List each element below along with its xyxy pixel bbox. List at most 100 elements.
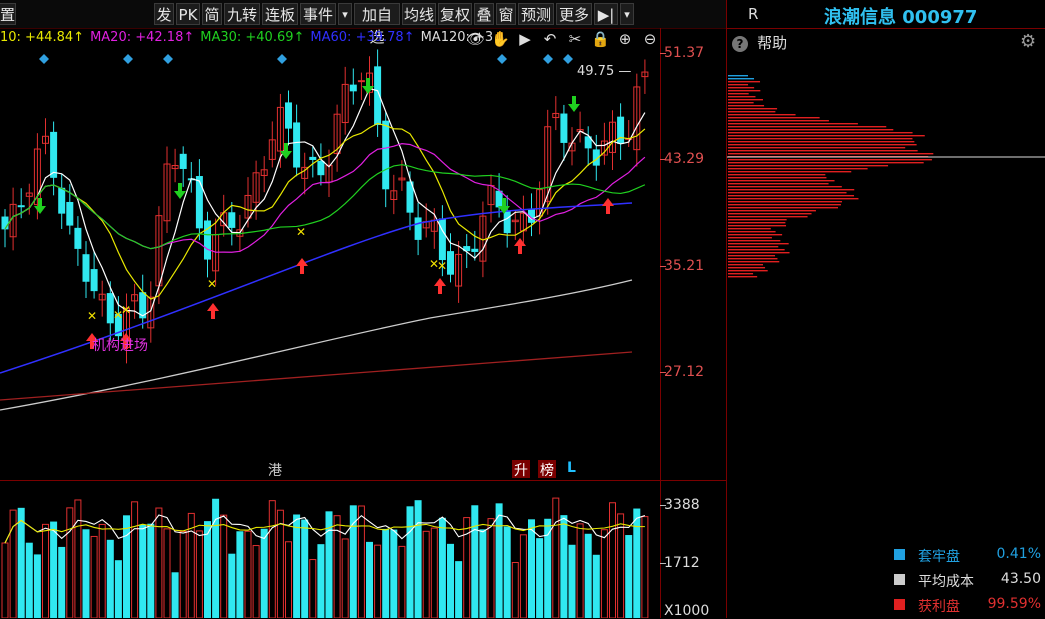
ma250-line [0, 351, 633, 401]
volume-bar [317, 544, 325, 618]
candle-body [228, 212, 236, 228]
chip-bar [728, 120, 829, 122]
toolbar-button[interactable]: 九转 [224, 3, 260, 25]
toolbar-button[interactable]: 预测 [518, 3, 554, 25]
volume-bar [90, 535, 98, 618]
chip-bar [728, 171, 852, 173]
chip-bar [728, 234, 783, 236]
chip-bar [728, 198, 859, 200]
kline-chart[interactable]: ✕ ✕✕✕✕✕✕ [0, 48, 662, 478]
chip-bar [728, 153, 934, 155]
volume-bar [625, 535, 633, 618]
lock-icon[interactable]: 🔒 [591, 30, 610, 48]
toolbar-button[interactable]: 均线 [402, 3, 436, 25]
toolbar-button[interactable]: 加自选 [354, 3, 400, 46]
candle-body [560, 113, 568, 143]
volume-bar [268, 500, 276, 618]
chip-bar [728, 135, 925, 137]
help-icon: ? [732, 36, 748, 52]
sell-arrow [568, 96, 580, 112]
volume-bar [374, 544, 382, 618]
event-tag-hk[interactable]: 港 [268, 460, 284, 479]
toolbar-button[interactable]: 连板 [262, 3, 298, 25]
volume-bar [74, 499, 82, 618]
volume-bar [171, 572, 179, 618]
candle-body [58, 187, 66, 214]
event-diamond [163, 54, 173, 64]
ma-line [4, 122, 646, 300]
gear-icon[interactable]: ⚙ [1020, 31, 1036, 52]
volume-bar [155, 507, 163, 618]
toolbar-button[interactable]: 更多 [556, 3, 592, 25]
price-tick: 35.21 [664, 258, 705, 274]
zoom-in-icon[interactable]: ⊕ [616, 30, 634, 48]
event-tag-l[interactable]: L [567, 460, 579, 478]
volume-bar [584, 533, 592, 618]
volume-bar [366, 541, 373, 618]
candle-body [50, 131, 58, 178]
toolbar-button[interactable]: 发 [154, 3, 174, 25]
chip-bar [728, 210, 816, 212]
toolbar-button[interactable]: 窗 [496, 3, 516, 25]
eye-icon[interactable]: 👁 [466, 30, 485, 48]
volume-bar [430, 527, 438, 618]
price-axis-divider [660, 28, 661, 618]
cross-marker: ✕ [296, 225, 306, 239]
volume-bar [633, 508, 641, 618]
volume-chart[interactable] [0, 481, 660, 618]
ma-line [4, 164, 646, 250]
event-diamond [39, 54, 49, 64]
candle-body [1, 216, 9, 230]
event-tag-rank[interactable]: 榜 [538, 460, 556, 479]
volume-bar [228, 553, 236, 618]
volume-bar [301, 519, 309, 618]
volume-bar [42, 523, 49, 618]
chip-bar [728, 93, 749, 95]
toolbar-button[interactable]: 复权 [438, 3, 472, 25]
ma-legend-item: MA20: +42.18↑ [90, 30, 195, 45]
event-diamond [497, 54, 507, 64]
toolbar-settings-cut[interactable]: 置 [0, 3, 16, 25]
chip-bar [728, 144, 917, 146]
play-icon[interactable]: ▶ [516, 30, 534, 48]
event-diamond [123, 54, 133, 64]
volume-tick: 3388 [664, 497, 700, 513]
toolbar-button[interactable]: 简 [202, 3, 222, 25]
volume-bar [309, 559, 317, 618]
toolbar-button[interactable]: ▾ [338, 3, 352, 25]
ma-legend-item: MA60: +39.78↑ [310, 30, 415, 45]
undo-icon[interactable]: ↶ [541, 30, 559, 48]
chip-bar [728, 162, 924, 164]
chip-bar [728, 186, 842, 188]
help-button[interactable]: ? 帮助 [732, 32, 787, 52]
chip-bar [728, 231, 776, 233]
zoom-out-icon[interactable]: ⊖ [641, 30, 659, 48]
chip-bar [728, 216, 808, 218]
toolbar-button[interactable]: 事件 [300, 3, 336, 25]
help-label: 帮助 [757, 34, 788, 52]
event-tag-rise[interactable]: 升 [512, 460, 530, 479]
candle-body [447, 251, 454, 275]
chip-bar [728, 150, 918, 152]
volume-bar [438, 517, 446, 618]
hand-icon[interactable]: ✋ [491, 30, 510, 48]
volume-bar [422, 530, 430, 618]
chip-bar [728, 147, 906, 149]
toolbar-button[interactable]: 叠 [474, 3, 494, 25]
volume-bar [641, 516, 649, 618]
chip-bar [728, 78, 755, 80]
sell-arrow [280, 143, 292, 159]
ma-line [4, 143, 646, 253]
chip-bar [728, 240, 781, 242]
candle-body [317, 160, 325, 176]
toolbar-button[interactable]: PK [176, 3, 200, 25]
toolbar-button[interactable]: ▾ [620, 3, 634, 25]
volume-bar [1, 542, 9, 618]
volume-bar [285, 541, 292, 618]
buy-arrow [602, 198, 614, 214]
scissors-icon[interactable]: ✂ [566, 30, 584, 48]
toolbar-button[interactable]: ▶| [594, 3, 618, 25]
volume-bar [592, 554, 600, 618]
candle-body [179, 153, 187, 169]
volume-bar [147, 523, 155, 618]
